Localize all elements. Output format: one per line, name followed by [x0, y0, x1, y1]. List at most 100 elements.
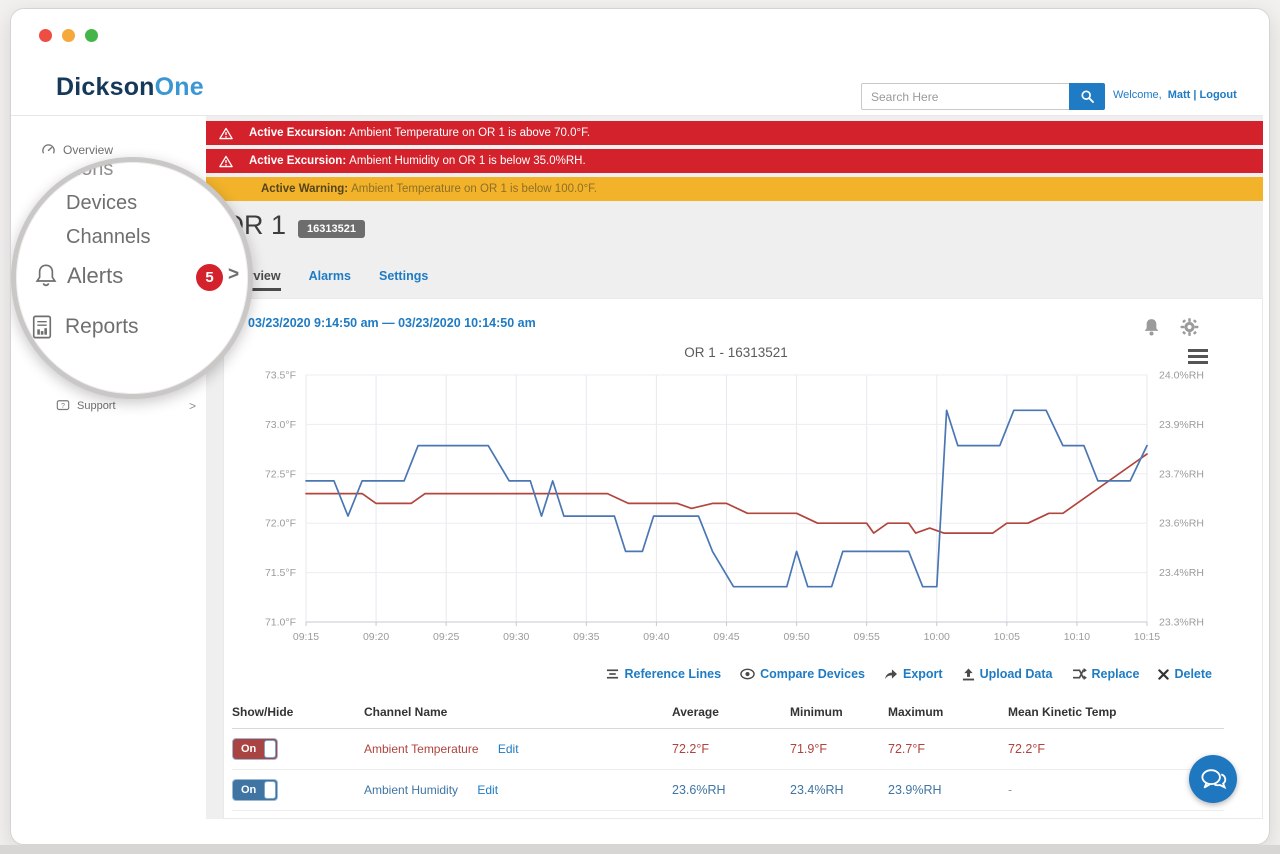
search-input[interactable]	[861, 83, 1069, 110]
compare-devices-icon	[740, 668, 755, 680]
bell-icon[interactable]	[1142, 317, 1161, 337]
tab-settings[interactable]: Settings	[379, 269, 428, 291]
sidebar-item-alerts-magnified[interactable]: Alerts	[34, 262, 123, 289]
chat-bubbles-icon	[1199, 767, 1227, 791]
average-value: 72.2°F	[672, 742, 790, 756]
chevron-right-icon: >	[189, 399, 196, 413]
maximize-window-button[interactable]	[85, 29, 98, 42]
gear-icon[interactable]	[1180, 317, 1199, 337]
search-button[interactable]	[1069, 83, 1105, 110]
magnifier-lens-overlay: ations Devices Channels Alerts 5 > Repor…	[11, 157, 253, 399]
svg-text:72.5°F: 72.5°F	[265, 468, 296, 480]
tab-bar: Overview Alarms Settings	[225, 269, 428, 291]
svg-text:71.0°F: 71.0°F	[265, 617, 296, 629]
svg-text:24.0%RH: 24.0%RH	[1159, 370, 1204, 382]
sidebar-item-channels-magnified[interactable]: Channels	[66, 226, 151, 249]
minimum-value: 23.4%RH	[790, 783, 888, 797]
svg-text:23.6%RH: 23.6%RH	[1159, 518, 1204, 530]
svg-text:09:30: 09:30	[503, 631, 529, 643]
table-row: On Ambient Humidity Edit 23.6%RH 23.4%RH…	[232, 770, 1224, 811]
svg-text:09:50: 09:50	[783, 631, 809, 643]
sidebar-item-reports-magnified[interactable]: Reports	[30, 314, 139, 340]
delete-x-icon	[1158, 669, 1169, 680]
svg-text:23.9%RH: 23.9%RH	[1159, 419, 1204, 431]
svg-text:23.4%RH: 23.4%RH	[1159, 567, 1204, 579]
excursion-banner-humidity[interactable]: Active Excursion:Ambient Humidity on OR …	[206, 149, 1263, 173]
delete-button[interactable]: Delete	[1158, 667, 1212, 681]
channels-table: Show/Hide Channel Name Average Minimum M…	[232, 699, 1224, 811]
sidebar-item-locations-magnified[interactable]: ations	[60, 158, 113, 181]
sidebar-item-label: Support	[77, 400, 116, 412]
date-range-picker[interactable]: 03/23/2020 9:14:50 am — 03/23/2020 10:14…	[248, 316, 536, 330]
minimize-window-button[interactable]	[62, 29, 75, 42]
sidebar-item-overview[interactable]: Overview	[41, 142, 113, 157]
chat-widget-button[interactable]	[1189, 755, 1237, 803]
bell-icon	[34, 262, 58, 289]
device-id-badge: 16313521	[298, 220, 365, 238]
svg-text:10:10: 10:10	[1064, 631, 1090, 643]
sidebar-item-support[interactable]: ? Support >	[56, 399, 116, 413]
svg-text:?: ?	[61, 403, 65, 410]
chart-actions: Reference Lines Compare Devices Export	[606, 667, 1212, 681]
chevron-right-icon[interactable]: >	[228, 264, 239, 286]
alerts-count-badge: 5	[196, 264, 223, 291]
upload-icon	[962, 668, 975, 681]
svg-text:10:05: 10:05	[994, 631, 1020, 643]
mean-kinetic-temp-value: 72.2°F	[1008, 742, 1224, 756]
user-logout-links[interactable]: Matt | Logout	[1168, 89, 1237, 101]
main-content: Active Excursion:Ambient Temperature on …	[206, 116, 1263, 819]
channel-name: Ambient Humidity	[364, 783, 458, 797]
warning-banner-temperature[interactable]: Active Warning:Ambient Temperature on OR…	[206, 177, 1263, 201]
show-hide-toggle-humidity[interactable]: On	[232, 779, 278, 801]
svg-text:09:20: 09:20	[363, 631, 389, 643]
dicksonone-logo[interactable]: DicksonOne	[56, 73, 204, 102]
warning-triangle-icon	[219, 155, 233, 168]
show-hide-toggle-temperature[interactable]: On	[232, 738, 278, 760]
channel-name: Ambient Temperature	[364, 742, 479, 756]
svg-text:72.0°F: 72.0°F	[265, 518, 296, 530]
support-icon: ?	[56, 399, 70, 413]
device-panel: 03/23/2020 9:14:50 am — 03/23/2020 10:14…	[223, 298, 1263, 819]
warning-triangle-icon	[219, 127, 233, 140]
upload-data-button[interactable]: Upload Data	[962, 667, 1053, 681]
svg-text:10:15: 10:15	[1134, 631, 1160, 643]
report-document-icon	[30, 314, 54, 340]
edit-channel-link[interactable]: Edit	[498, 742, 519, 756]
window-titlebar	[11, 9, 1269, 55]
tab-alarms[interactable]: Alarms	[309, 269, 351, 291]
svg-text:73.0°F: 73.0°F	[265, 419, 296, 431]
svg-text:09:45: 09:45	[713, 631, 739, 643]
svg-text:09:25: 09:25	[433, 631, 459, 643]
excursion-banner-temperature[interactable]: Active Excursion:Ambient Temperature on …	[206, 121, 1263, 145]
app-header: DicksonOne Welcome, Matt | Logout	[11, 55, 1269, 115]
reference-lines-icon	[606, 668, 619, 680]
minimum-value: 71.9°F	[790, 742, 888, 756]
replace-button[interactable]: Replace	[1072, 667, 1140, 681]
table-header-row: Show/Hide Channel Name Average Minimum M…	[232, 699, 1224, 729]
svg-text:09:35: 09:35	[573, 631, 599, 643]
average-value: 23.6%RH	[672, 783, 790, 797]
search-icon	[1081, 90, 1094, 103]
reference-lines-button[interactable]: Reference Lines	[606, 667, 721, 681]
maximum-value: 23.9%RH	[888, 783, 1008, 797]
sidebar-item-devices-magnified[interactable]: Devices	[66, 192, 137, 215]
svg-text:73.5°F: 73.5°F	[265, 370, 296, 382]
sidebar-item-events-magnified[interactable]: vents	[18, 368, 66, 391]
svg-text:23.3%RH: 23.3%RH	[1159, 617, 1204, 629]
toggle-knob	[264, 740, 276, 758]
welcome-label: Welcome,	[1113, 89, 1162, 101]
toggle-knob	[264, 781, 276, 799]
svg-text:71.5°F: 71.5°F	[265, 567, 296, 579]
replace-icon	[1072, 668, 1087, 680]
svg-text:09:15: 09:15	[293, 631, 319, 643]
maximum-value: 72.7°F	[888, 742, 1008, 756]
compare-devices-button[interactable]: Compare Devices	[740, 667, 865, 681]
svg-text:09:40: 09:40	[643, 631, 669, 643]
table-row: On Ambient Temperature Edit 72.2°F 71.9°…	[232, 729, 1224, 770]
chart-svg: 09:15 09:20 09:25 09:30 09:35 09:40 09:45 09:50…	[230, 359, 1242, 651]
edit-channel-link[interactable]: Edit	[477, 783, 498, 797]
close-window-button[interactable]	[39, 29, 52, 42]
svg-text:10:00: 10:00	[924, 631, 950, 643]
browser-window: DicksonOne Welcome, Matt | Logout Overvie…	[10, 8, 1270, 845]
export-button[interactable]: Export	[884, 667, 943, 681]
